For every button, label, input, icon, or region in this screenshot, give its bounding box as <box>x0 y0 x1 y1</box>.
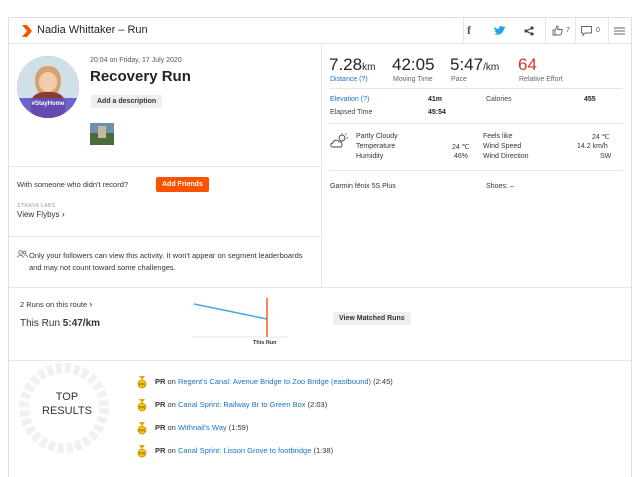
this-run-summary: This Run 5:47/km <box>20 318 100 329</box>
flybys-label: View Flybys <box>17 210 60 219</box>
svg-text:PR: PR <box>139 428 146 433</box>
twitter-share-icon[interactable] <box>494 26 506 36</box>
pr-medal-icon: PR <box>137 376 147 389</box>
avatar-tag: #StayHome <box>31 101 65 107</box>
feels-like-value: 24 ℃ <box>592 134 610 141</box>
result-row: PR on Regent's Canal: Avenue Bridge to Z… <box>155 377 393 386</box>
view-flybys-link[interactable]: View Flybys › <box>17 209 65 219</box>
feels-like-label: Feels like <box>483 133 513 140</box>
matched-runs-chart <box>192 298 288 338</box>
elevation-value: 41m <box>428 96 443 103</box>
weather-condition: Partly Cloudy <box>356 133 398 140</box>
temperature-label: Temperature <box>356 143 396 150</box>
segment-link[interactable]: Canal Sprint: Railway Br to Green Box <box>178 400 306 409</box>
pace-unit: /km <box>483 62 500 73</box>
relative-effort-value: 64 <box>518 55 537 74</box>
pr-badge: PR <box>155 377 166 386</box>
wind-direction-value: SW <box>600 153 612 160</box>
result-row: PR on Withnail's Way (1:59) <box>155 423 248 432</box>
segment-link[interactable]: Canal Sprint: Lisson Grove to footbridge <box>178 446 311 455</box>
privacy-note: Only your followers can view this activi… <box>29 251 303 272</box>
comment-count: 0 <box>596 27 600 34</box>
pr-badge: PR <box>155 423 166 432</box>
distance-label[interactable]: Distance (?) <box>330 76 368 83</box>
segment-time: (1:59) <box>228 423 249 432</box>
svg-text:PR: PR <box>139 405 146 410</box>
followers-icon <box>17 250 28 258</box>
segment-time: (2:03) <box>307 400 328 409</box>
pr-medal-icon: PR <box>137 399 147 412</box>
top-results-title-line1: TOP <box>55 391 79 403</box>
facebook-share-icon[interactable]: f <box>467 23 471 38</box>
pace-value: 5:47 <box>450 55 484 74</box>
chevron-right-icon: › <box>89 299 93 309</box>
record-prompt: With someone who didn't record? <box>17 180 129 189</box>
activity-header: Nadia Whittaker – Run f 7 0 <box>8 17 632 44</box>
result-on: on <box>167 377 176 386</box>
kudos-thumb-icon[interactable] <box>552 25 563 36</box>
relative-effort-label: Relative Effort <box>519 76 563 83</box>
moving-time-label: Moving Time <box>393 76 433 83</box>
relative-effort-stat[interactable]: 64 <box>518 55 537 75</box>
chart-marker-label: This Run <box>253 340 277 346</box>
segment-time: (1:38) <box>313 446 334 455</box>
svg-text:PR: PR <box>139 382 146 387</box>
kudos-count: 7 <box>566 27 570 34</box>
elapsed-label: Elapsed Time <box>330 109 373 116</box>
more-options-icon[interactable] <box>614 27 625 35</box>
result-on: on <box>167 400 176 409</box>
segment-link[interactable]: Regent's Canal: Avenue Bridge to Zoo Bri… <box>178 377 371 386</box>
result-on: on <box>167 423 176 432</box>
this-run-pace: 5:47/km <box>62 318 101 329</box>
activity-datetime: 20:04 on Friday, 17 July 2020 <box>90 57 182 64</box>
athlete-avatar[interactable]: #StayHome <box>17 56 79 118</box>
top-results-title-line2: RESULTS <box>42 405 92 417</box>
result-row: PR on Canal Sprint: Railway Br to Green … <box>155 400 327 409</box>
add-friends-button[interactable]: Add Friends <box>156 177 209 192</box>
elapsed-value: 45:54 <box>428 109 446 116</box>
shoes-info: Shoes: – <box>486 183 514 190</box>
distance-stat: 7.28km <box>329 55 375 75</box>
add-description-button[interactable]: Add a description <box>91 95 163 108</box>
moving-time-stat: 42:05 <box>392 55 435 75</box>
pr-badge: PR <box>155 400 166 409</box>
pace-trend-line <box>193 303 268 320</box>
temperature-value: 24 ℃ <box>452 144 470 151</box>
humidity-label: Humidity <box>356 153 384 160</box>
result-on: on <box>167 446 176 455</box>
moving-time-value: 42:05 <box>392 55 435 74</box>
this-run-label: This Run <box>20 318 61 329</box>
comment-icon[interactable] <box>581 26 592 36</box>
activity-name: Recovery Run <box>90 68 191 85</box>
partly-cloudy-icon <box>330 133 348 148</box>
activity-photo[interactable] <box>90 123 114 145</box>
runs-on-route-link[interactable]: 2 Runs on this route › <box>20 299 92 309</box>
pace-label: Pace <box>451 76 467 83</box>
distance-unit: km <box>362 62 376 73</box>
wind-speed-label: Wind Speed <box>483 143 522 150</box>
wind-speed-value: 14.2 km/h <box>577 143 608 150</box>
pr-badge: PR <box>155 446 166 455</box>
humidity-value: 46% <box>454 153 469 160</box>
segment-link[interactable]: Withnail's Way <box>178 423 227 432</box>
strava-chevron-icon <box>22 25 32 37</box>
pace-stat: 5:47/km <box>450 55 499 75</box>
elevation-label[interactable]: Elevation (?) <box>330 96 369 103</box>
device-name: Garmin fēnix 5S Plus <box>330 183 396 190</box>
wind-direction-label: Wind Direction <box>483 153 529 160</box>
segment-time: (2:45) <box>373 377 393 386</box>
distance-value: 7.28 <box>329 55 363 74</box>
view-matched-runs-button[interactable]: View Matched Runs <box>333 312 411 325</box>
runs-on-route-label: 2 Runs on this route <box>20 300 88 309</box>
share-icon[interactable] <box>524 26 534 36</box>
top-results-title: TOP RESULTS <box>38 390 96 418</box>
result-row: PR on Canal Sprint: Lisson Grove to foot… <box>155 446 333 455</box>
svg-text:PR: PR <box>139 451 146 456</box>
page-title: Nadia Whittaker – Run <box>37 24 148 36</box>
calories-label: Calories <box>486 96 512 103</box>
pr-medal-icon: PR <box>137 445 147 458</box>
pr-medal-icon: PR <box>137 422 147 435</box>
chevron-right-icon: › <box>61 209 65 219</box>
calories-value: 455 <box>584 96 596 103</box>
